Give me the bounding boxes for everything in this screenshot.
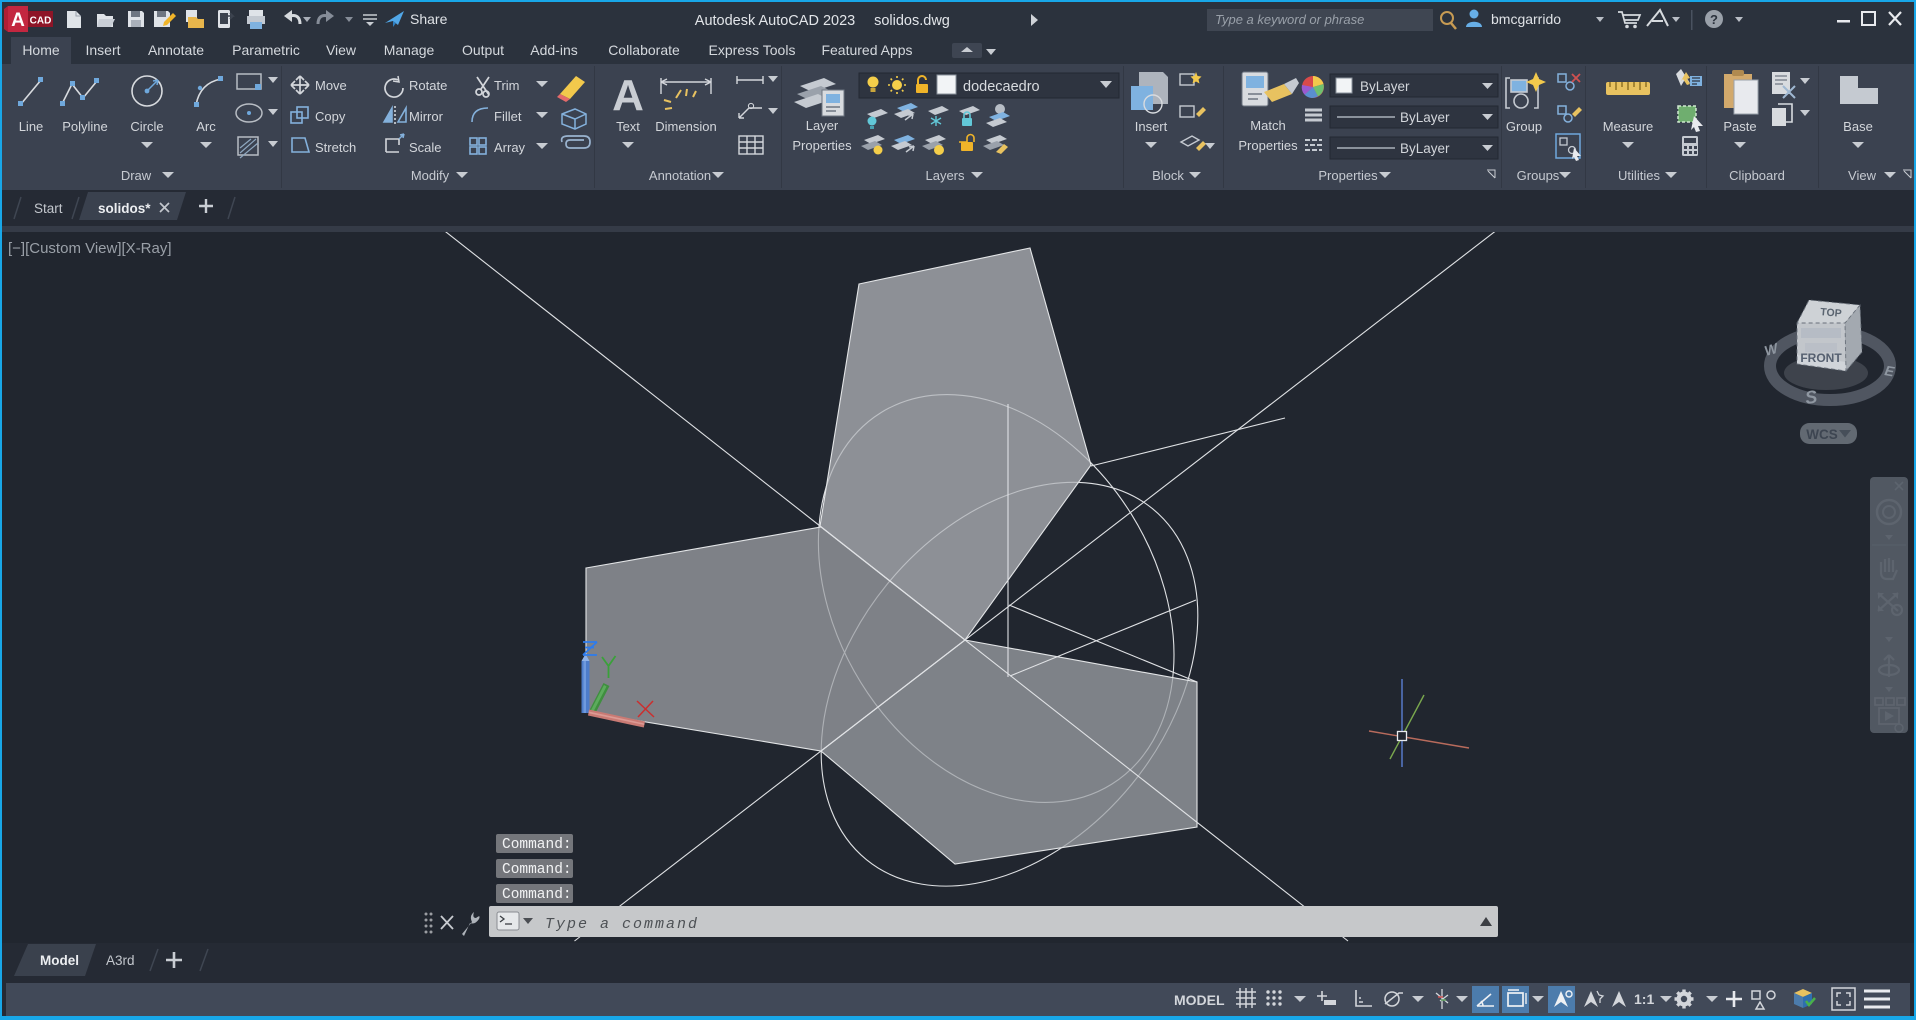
svg-text:Annotation: Annotation (649, 168, 711, 183)
svg-text:Text: Text (616, 119, 640, 134)
svg-text:S: S (1804, 386, 1819, 407)
svg-text:A: A (11, 10, 25, 31)
svg-text:ByLayer: ByLayer (1360, 79, 1410, 94)
svg-text:Base: Base (1843, 119, 1873, 134)
svg-text:Scale: Scale (409, 140, 442, 155)
svg-text:Trim: Trim (494, 78, 520, 93)
svg-text:Command:: Command: (502, 862, 572, 878)
svg-text:Group: Group (1506, 119, 1542, 134)
svg-text:View: View (1848, 168, 1877, 183)
svg-text:Type a keyword or phrase: Type a keyword or phrase (1215, 12, 1364, 27)
svg-text:Array: Array (494, 140, 526, 155)
svg-text:Fillet: Fillet (494, 109, 522, 124)
svg-text:Polyline: Polyline (62, 119, 108, 134)
svg-text:[−][Custom View][X-Ray]: [−][Custom View][X-Ray] (8, 240, 172, 257)
svg-text:?: ? (1710, 12, 1718, 27)
svg-text:Share: Share (410, 11, 448, 27)
svg-text:Groups: Groups (1517, 168, 1560, 183)
svg-text:MODEL: MODEL (1174, 992, 1225, 1008)
svg-text:Stretch: Stretch (315, 140, 356, 155)
svg-text:Layers: Layers (925, 168, 965, 183)
svg-text:Arc: Arc (196, 119, 216, 134)
svg-text:ByLayer: ByLayer (1400, 110, 1450, 125)
svg-text:ByLayer: ByLayer (1400, 141, 1450, 156)
svg-text:Rotate: Rotate (409, 78, 447, 93)
svg-text:solidos*: solidos* (98, 201, 151, 216)
svg-text:Utilities: Utilities (1618, 168, 1660, 183)
svg-text:WCS: WCS (1806, 427, 1838, 442)
svg-text:Match: Match (1250, 118, 1285, 133)
svg-text:Properties: Properties (1318, 168, 1378, 183)
svg-text:Paste: Paste (1723, 119, 1756, 134)
svg-text:Autodesk AutoCAD 2023: Autodesk AutoCAD 2023 (695, 13, 855, 29)
svg-text:Modify: Modify (411, 168, 450, 183)
svg-text:Measure: Measure (1603, 119, 1654, 134)
svg-text:Properties: Properties (792, 138, 852, 153)
svg-text:Properties: Properties (1238, 138, 1298, 153)
svg-text:Circle: Circle (130, 119, 163, 134)
svg-text:Draw: Draw (121, 168, 152, 183)
svg-text:TOP: TOP (1820, 306, 1842, 320)
svg-text:CAD: CAD (30, 16, 52, 27)
svg-text:Layer: Layer (806, 118, 839, 133)
svg-text:solidos.dwg: solidos.dwg (874, 13, 950, 29)
svg-text:A: A (612, 71, 644, 120)
svg-text:Copy: Copy (315, 109, 346, 124)
svg-text:Model: Model (40, 953, 79, 968)
svg-text:Line: Line (19, 119, 44, 134)
svg-text:Mirror: Mirror (409, 109, 444, 124)
svg-text:Dimension: Dimension (655, 119, 716, 134)
svg-text:A3rd: A3rd (106, 953, 135, 968)
svg-text:Type a command: Type a command (545, 916, 699, 933)
svg-text:Start: Start (34, 201, 63, 216)
svg-text:Block: Block (1152, 168, 1184, 183)
svg-text:1:1: 1:1 (1634, 991, 1654, 1007)
svg-text:Clipboard: Clipboard (1729, 168, 1785, 183)
svg-text:Insert: Insert (1135, 119, 1168, 134)
svg-text:Move: Move (315, 78, 347, 93)
svg-text:Command:: Command: (502, 887, 572, 903)
svg-text:Command:: Command: (502, 837, 572, 853)
svg-text:bmcgarrido: bmcgarrido (1491, 11, 1561, 27)
svg-text:FRONT: FRONT (1800, 351, 1842, 365)
svg-text:dodecaedro: dodecaedro (963, 79, 1040, 95)
